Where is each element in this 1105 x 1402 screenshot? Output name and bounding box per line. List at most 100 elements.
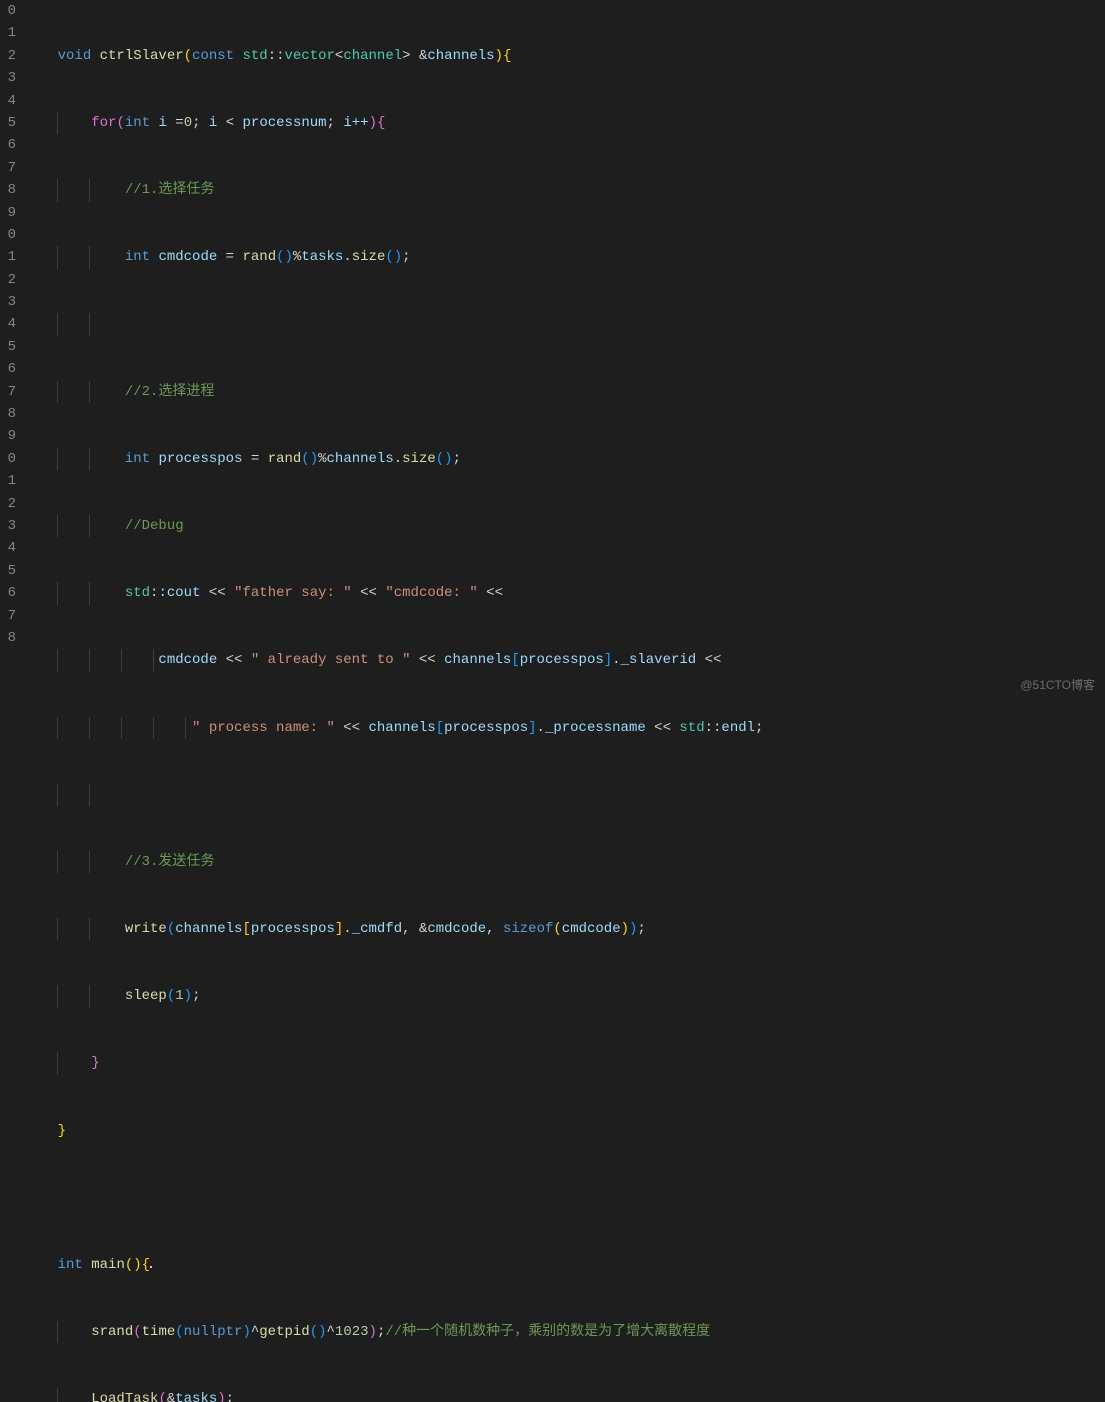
line-number: 3 [0, 291, 16, 313]
type-vector: vector [285, 48, 335, 64]
op-xor: ^ [327, 1324, 335, 1340]
code-line[interactable]: //3.发送任务 [24, 851, 1105, 873]
code-line[interactable]: std::cout << "father say: " << "cmdcode:… [24, 582, 1105, 604]
op-assign: = [226, 249, 234, 265]
comment: //1.选择任务 [125, 182, 215, 198]
fn-size: size [352, 249, 386, 265]
line-number: 5 [0, 112, 16, 134]
line-number: 5 [0, 336, 16, 358]
type-std: std [242, 48, 267, 64]
str-literal: " already sent to " [251, 652, 411, 668]
code-line[interactable]: cmdcode << " already sent to " << channe… [24, 649, 1105, 671]
line-number: 9 [0, 202, 16, 224]
code-line[interactable]: for(int i =0; i < processnum; i++){ [24, 112, 1105, 134]
comment: //2.选择进程 [125, 384, 215, 400]
fn-main: main [91, 1257, 125, 1273]
code-line[interactable]: " process name: " << channels[processpos… [24, 717, 1105, 739]
op-xor: ^ [251, 1324, 259, 1340]
op-stream: << [226, 652, 243, 668]
code-line[interactable]: srand(time(nullptr)^getpid()^1023);//种一个… [24, 1321, 1105, 1343]
line-number: 9 [0, 425, 16, 447]
var-processpos: processpos [158, 451, 242, 467]
op-stream: << [654, 720, 671, 736]
var-i: i [158, 115, 166, 131]
code-line[interactable]: sleep(1); [24, 985, 1105, 1007]
num-1023: 1023 [335, 1324, 369, 1340]
fn-rand: rand [268, 451, 302, 467]
kw-int: int [125, 115, 150, 131]
comment: //种一个随机数种子，乘别的数是为了增大离散程度 [385, 1324, 710, 1340]
code-line[interactable] [24, 784, 1105, 806]
var-channels: channels [444, 652, 511, 668]
code-line[interactable]: int processpos = rand()%channels.size(); [24, 448, 1105, 470]
kw-sizeof: sizeof [503, 921, 553, 937]
type-std: std [679, 720, 704, 736]
mem-processname: _processname [545, 720, 646, 736]
line-number: 1 [0, 246, 16, 268]
fn-rand: rand [242, 249, 276, 265]
op-stream: << [360, 585, 377, 601]
code-area[interactable]: void ctrlSlaver(const std::vector<channe… [24, 0, 1105, 701]
code-line[interactable] [24, 313, 1105, 335]
code-line[interactable]: void ctrlSlaver(const std::vector<channe… [24, 45, 1105, 67]
line-number: 4 [0, 313, 16, 335]
var-tasks: tasks [175, 1391, 217, 1402]
code-line[interactable]: int cmdcode = rand()%tasks.size(); [24, 246, 1105, 268]
line-number: 3 [0, 67, 16, 89]
code-line[interactable]: LoadTask(&tasks); [24, 1388, 1105, 1402]
op-assign: = [251, 451, 259, 467]
op-stream: << [705, 652, 722, 668]
line-number: 8 [0, 179, 16, 201]
num-one: 1 [175, 988, 183, 1004]
code-line[interactable]: //Debug [24, 515, 1105, 537]
line-number: 6 [0, 358, 16, 380]
str-literal: "cmdcode: " [385, 585, 477, 601]
line-number: 4 [0, 537, 16, 559]
mem-slaverid: _slaverid [621, 652, 697, 668]
line-number: 7 [0, 157, 16, 179]
code-line[interactable]: } [24, 1052, 1105, 1074]
line-number-gutter: 0 1 2 3 4 5 6 7 8 9 0 1 2 3 4 5 6 7 8 9 … [0, 0, 24, 701]
line-number: 6 [0, 582, 16, 604]
op-stream: << [419, 652, 436, 668]
op-stream: << [486, 585, 503, 601]
mem-cmdfd: _cmdfd [352, 921, 402, 937]
code-line[interactable]: //1.选择任务 [24, 179, 1105, 201]
code-line[interactable]: } [24, 1120, 1105, 1142]
fn-ctrlslaver: ctrlSlaver [100, 48, 184, 64]
line-number: 7 [0, 605, 16, 627]
code-line[interactable] [24, 1187, 1105, 1209]
kw-int: int [58, 1257, 83, 1273]
var-channels: channels [368, 720, 435, 736]
str-literal: "father say: " [234, 585, 352, 601]
var-endl: endl [721, 720, 755, 736]
op-assign: = [175, 115, 183, 131]
line-number: 1 [0, 470, 16, 492]
fn-srand: srand [91, 1324, 133, 1340]
kw-int: int [125, 451, 150, 467]
op-stream: << [209, 585, 226, 601]
line-number: 7 [0, 381, 16, 403]
line-number: 0 [0, 224, 16, 246]
code-line[interactable]: //2.选择进程 [24, 381, 1105, 403]
line-number: 3 [0, 515, 16, 537]
var-cout: cout [167, 585, 201, 601]
line-number: 1 [0, 22, 16, 44]
comment: //Debug [125, 518, 184, 534]
code-line[interactable]: int main(){ [24, 1254, 1105, 1276]
fn-write: write [125, 921, 167, 937]
op-mod: % [318, 451, 326, 467]
op-lt: < [226, 115, 234, 131]
op-addr: & [167, 1391, 175, 1402]
fn-sleep: sleep [125, 988, 167, 1004]
var-processpos: processpos [520, 652, 604, 668]
kw-nullptr: nullptr [184, 1324, 243, 1340]
op-stream: << [343, 720, 360, 736]
line-number: 0 [0, 448, 16, 470]
kw-void: void [58, 48, 92, 64]
var-cmdcode: cmdcode [158, 652, 217, 668]
line-number: 0 [0, 0, 16, 22]
code-line[interactable]: write(channels[processpos]._cmdfd, &cmdc… [24, 918, 1105, 940]
fn-size: size [402, 451, 436, 467]
code-editor[interactable]: 0 1 2 3 4 5 6 7 8 9 0 1 2 3 4 5 6 7 8 9 … [0, 0, 1105, 701]
